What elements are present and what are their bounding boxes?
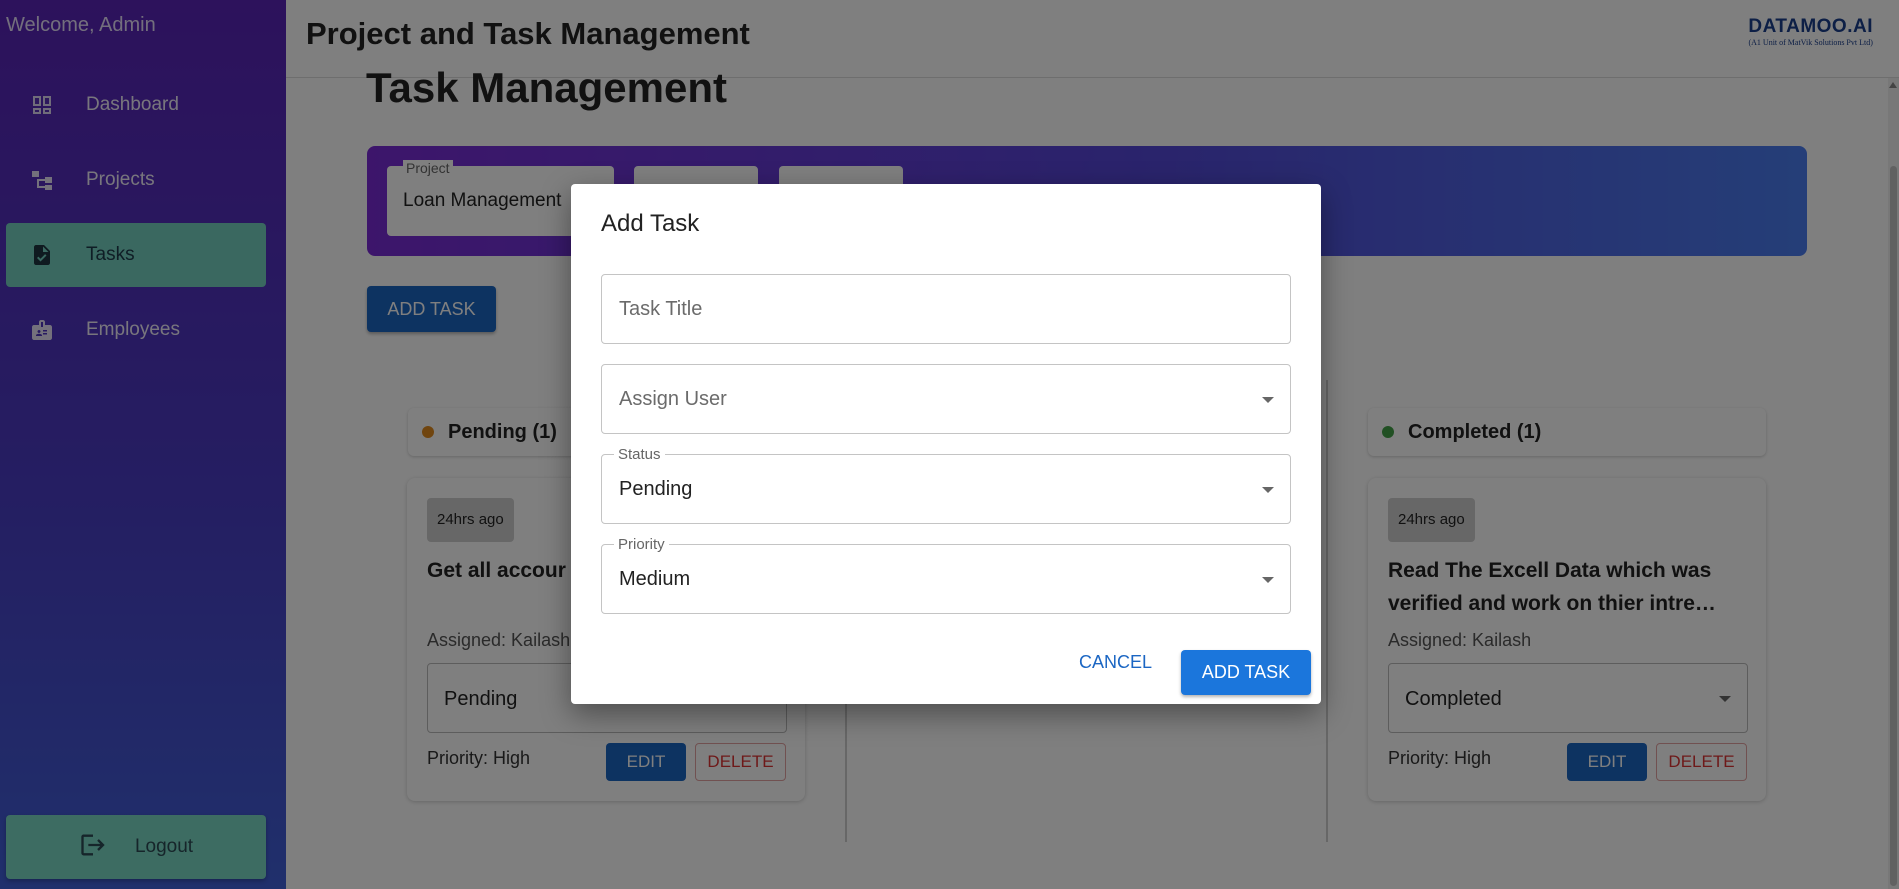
add-task-dialog: Add Task Task Title Assign User Status P… bbox=[571, 184, 1321, 704]
task-title-placeholder: Task Title bbox=[619, 298, 703, 320]
submit-add-task-button[interactable]: ADD TASK bbox=[1181, 650, 1311, 695]
assign-user-placeholder: Assign User bbox=[619, 388, 727, 410]
chevron-down-icon bbox=[1262, 577, 1274, 583]
status-select[interactable]: Status Pending bbox=[601, 446, 1291, 524]
chevron-down-icon bbox=[1262, 397, 1274, 403]
chevron-down-icon bbox=[1262, 487, 1274, 493]
priority-select-label: Priority bbox=[614, 536, 669, 553]
status-select-value: Pending bbox=[619, 478, 693, 500]
assign-user-select[interactable]: Assign User bbox=[601, 364, 1291, 434]
cancel-button[interactable]: CANCEL bbox=[1079, 652, 1152, 673]
dialog-title: Add Task bbox=[601, 210, 700, 237]
priority-select[interactable]: Priority Medium bbox=[601, 536, 1291, 614]
priority-select-value: Medium bbox=[619, 568, 691, 590]
task-title-input[interactable]: Task Title bbox=[601, 274, 1291, 344]
status-select-label: Status bbox=[614, 446, 665, 463]
